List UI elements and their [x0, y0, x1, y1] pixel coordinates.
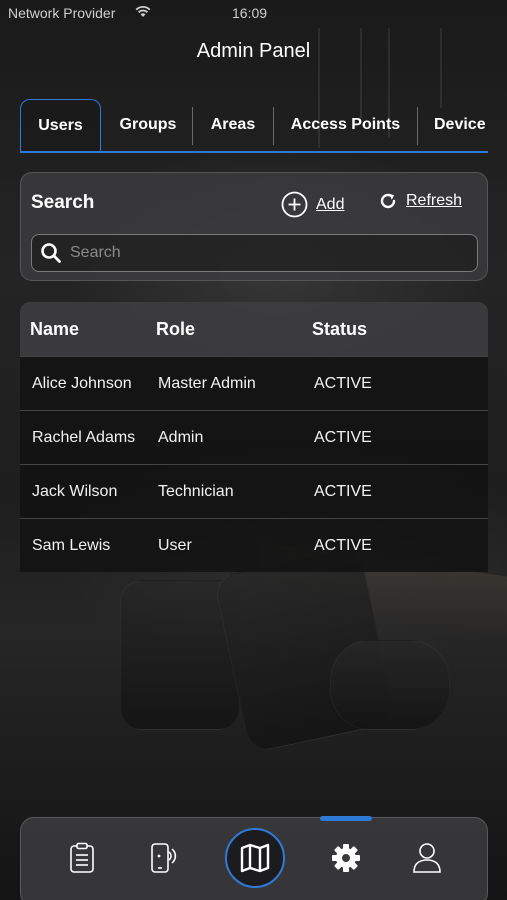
user-role: Admin: [158, 429, 204, 446]
search-heading: Search: [31, 192, 95, 213]
tab-bar: Users Groups Areas Access Points Device: [20, 99, 488, 153]
tab-areas[interactable]: Areas: [193, 99, 273, 151]
table-row[interactable]: Sam Lewis User ACTIVE: [20, 518, 488, 572]
user-name: Jack Wilson: [32, 483, 118, 500]
users-table: Name Role Status Alice Johnson Master Ad…: [20, 302, 488, 572]
gear-icon: [332, 844, 360, 872]
table-row[interactable]: Rachel Adams Admin ACTIVE: [20, 410, 488, 464]
tab-access-points-label: Access Points: [290, 116, 401, 133]
table-row[interactable]: Jack Wilson Technician ACTIVE: [20, 464, 488, 518]
user-icon: [413, 843, 441, 873]
tab-access-points[interactable]: Access Points: [274, 99, 417, 151]
nav-profile-button[interactable]: [407, 838, 447, 878]
active-tab-indicator: [320, 816, 372, 821]
user-name: Rachel Adams: [32, 429, 136, 446]
map-icon: [240, 843, 270, 873]
table-row[interactable]: Alice Johnson Master Admin ACTIVE: [20, 356, 488, 410]
table-header: Name Role Status: [20, 302, 488, 356]
user-role: Master Admin: [158, 375, 256, 392]
refresh-icon: [380, 193, 396, 209]
nav-nfc-button[interactable]: [142, 838, 182, 878]
add-circle-icon: [281, 191, 308, 218]
refresh-button-label: Refresh: [406, 192, 463, 209]
add-button-label: Add: [316, 195, 345, 213]
tab-device-label: Device: [434, 116, 486, 133]
tab-areas-label: Areas: [210, 116, 256, 133]
search-input[interactable]: [70, 244, 450, 262]
bottom-navigation: [20, 816, 488, 900]
tab-groups-label: Groups: [119, 116, 177, 133]
add-button[interactable]: Add: [281, 191, 344, 218]
nfc-phone-icon: [151, 843, 177, 873]
column-header-role: Role: [156, 319, 196, 339]
page-title: Admin Panel: [196, 40, 311, 62]
nav-settings-button[interactable]: [326, 838, 366, 878]
tab-groups[interactable]: Groups: [104, 99, 192, 151]
nav-reports-button[interactable]: [62, 838, 102, 878]
tab-device[interactable]: Device: [420, 99, 488, 151]
user-name: Sam Lewis: [32, 537, 111, 554]
search-field[interactable]: [31, 234, 478, 272]
clipboard-icon: [70, 842, 94, 873]
refresh-button[interactable]: Refresh: [378, 191, 462, 211]
wifi-icon: [135, 5, 151, 17]
search-icon: [41, 243, 61, 263]
status-bar: Network Provider 16:09: [0, 0, 507, 28]
user-status: ACTIVE: [314, 429, 372, 446]
column-header-name: Name: [30, 319, 80, 339]
tab-users-label: Users: [38, 116, 83, 134]
search-panel: Search Add Refresh: [20, 172, 488, 281]
tab-users[interactable]: Users: [20, 99, 101, 151]
column-header-status: Status: [312, 319, 368, 339]
clock-time: 16:09: [232, 5, 268, 21]
user-name: Alice Johnson: [32, 375, 132, 392]
user-role: Technician: [158, 483, 234, 500]
nav-map-button[interactable]: [225, 828, 285, 888]
user-status: ACTIVE: [314, 375, 372, 392]
user-status: ACTIVE: [314, 483, 372, 500]
user-role: User: [158, 537, 192, 554]
carrier-label: Network Provider: [8, 5, 116, 21]
user-status: ACTIVE: [314, 537, 372, 554]
tab-divider: [417, 107, 418, 145]
